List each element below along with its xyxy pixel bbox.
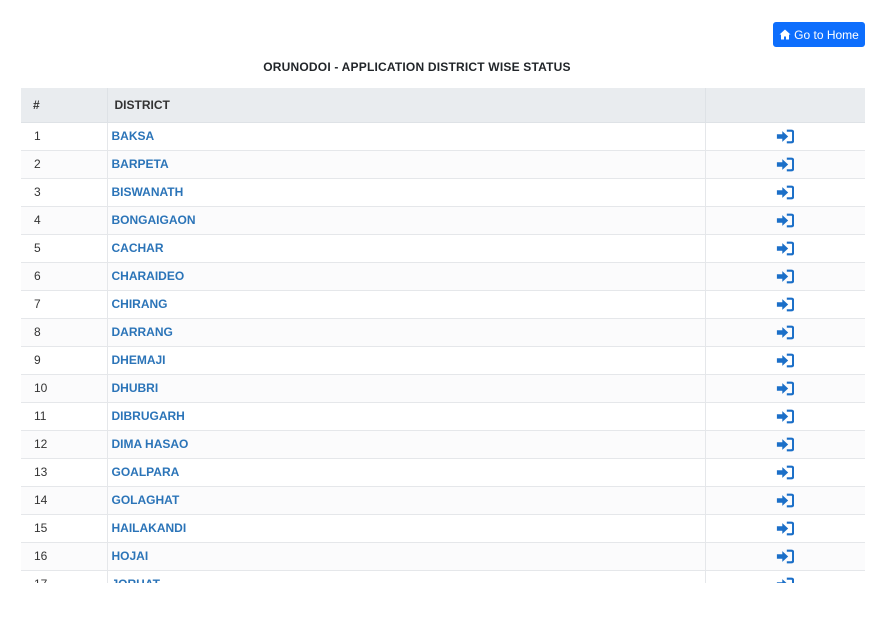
table-row: 10 DHUBRI <box>21 374 865 403</box>
row-number: 9 <box>21 346 107 375</box>
sign-in-arrow-icon[interactable] <box>776 409 795 424</box>
table-row: 1 BAKSA <box>21 122 865 151</box>
sign-in-arrow-icon[interactable] <box>776 325 795 340</box>
row-number: 2 <box>21 150 107 179</box>
district-link[interactable]: HOJAI <box>112 549 149 563</box>
district-table-container[interactable]: # DISTRICT 1 BAKSA 2 BARPETA 3 BISWANATH… <box>21 88 865 583</box>
row-number: 5 <box>21 234 107 263</box>
district-link[interactable]: BAKSA <box>112 129 155 143</box>
row-number: 12 <box>21 430 107 459</box>
district-link[interactable]: BARPETA <box>112 157 169 171</box>
row-number: 10 <box>21 374 107 403</box>
home-icon <box>779 29 791 40</box>
table-row: 2 BARPETA <box>21 150 865 179</box>
table-row: 11 DIBRUGARH <box>21 402 865 431</box>
table-row: 4 BONGAIGAON <box>21 206 865 235</box>
district-link[interactable]: GOLAGHAT <box>112 493 180 507</box>
sign-in-arrow-icon[interactable] <box>776 381 795 396</box>
row-number: 4 <box>21 206 107 235</box>
row-number: 7 <box>21 290 107 319</box>
row-number: 6 <box>21 262 107 291</box>
district-link[interactable]: GOALPARA <box>112 465 180 479</box>
district-link[interactable]: DHEMAJI <box>112 353 166 367</box>
table-row: 13 GOALPARA <box>21 458 865 487</box>
sign-in-arrow-icon[interactable] <box>776 297 795 312</box>
district-link[interactable]: BISWANATH <box>112 185 184 199</box>
table-row: 7 CHIRANG <box>21 290 865 319</box>
sign-in-arrow-icon[interactable] <box>776 521 795 536</box>
district-link[interactable]: CACHAR <box>112 241 164 255</box>
sign-in-arrow-icon[interactable] <box>776 437 795 452</box>
column-header-action <box>704 88 865 123</box>
district-link[interactable]: BONGAIGAON <box>112 213 196 227</box>
sign-in-arrow-icon[interactable] <box>776 185 795 200</box>
table-row: 5 CACHAR <box>21 234 865 263</box>
row-number: 15 <box>21 514 107 543</box>
column-header-district: DISTRICT <box>106 88 705 123</box>
sign-in-arrow-icon[interactable] <box>776 465 795 480</box>
district-table-body: 1 BAKSA 2 BARPETA 3 BISWANATH 4 BONGAIGA… <box>21 122 865 583</box>
column-header-number: # <box>21 88 107 123</box>
table-row: 15 HAILAKANDI <box>21 514 865 543</box>
sign-in-arrow-icon[interactable] <box>776 241 795 256</box>
row-number: 13 <box>21 458 107 487</box>
table-row: 16 HOJAI <box>21 542 865 571</box>
district-status-table: # DISTRICT 1 BAKSA 2 BARPETA 3 BISWANATH… <box>21 88 865 583</box>
sign-in-arrow-icon[interactable] <box>776 129 795 144</box>
go-to-home-button[interactable]: Go to Home <box>773 22 865 47</box>
sign-in-arrow-icon[interactable] <box>776 549 795 564</box>
district-link[interactable]: DHUBRI <box>112 381 159 395</box>
sign-in-arrow-icon[interactable] <box>776 577 795 583</box>
table-row: 6 CHARAIDEO <box>21 262 865 291</box>
go-to-home-label: Go to Home <box>794 27 859 42</box>
table-row: 8 DARRANG <box>21 318 865 347</box>
sign-in-arrow-icon[interactable] <box>776 213 795 228</box>
row-number: 17 <box>21 570 107 583</box>
row-number: 8 <box>21 318 107 347</box>
table-header-row: # DISTRICT <box>21 88 865 123</box>
table-row: 14 GOLAGHAT <box>21 486 865 515</box>
table-row: 12 DIMA HASAO <box>21 430 865 459</box>
district-link[interactable]: HAILAKANDI <box>112 521 187 535</box>
district-link[interactable]: DIBRUGARH <box>112 409 185 423</box>
page-title-container: ORUNODOI - APPLICATION DISTRICT WISE STA… <box>0 60 834 74</box>
district-link[interactable]: DARRANG <box>112 325 173 339</box>
table-row: 3 BISWANATH <box>21 178 865 207</box>
sign-in-arrow-icon[interactable] <box>776 157 795 172</box>
sign-in-arrow-icon[interactable] <box>776 269 795 284</box>
row-number: 14 <box>21 486 107 515</box>
table-row: 17 JORHAT <box>21 570 865 583</box>
row-number: 16 <box>21 542 107 571</box>
row-number: 3 <box>21 178 107 207</box>
row-number: 1 <box>21 122 107 151</box>
sign-in-arrow-icon[interactable] <box>776 353 795 368</box>
sign-in-arrow-icon[interactable] <box>776 493 795 508</box>
table-row: 9 DHEMAJI <box>21 346 865 375</box>
page-title: ORUNODOI - APPLICATION DISTRICT WISE STA… <box>263 60 571 74</box>
row-number: 11 <box>21 402 107 431</box>
district-link[interactable]: DIMA HASAO <box>112 437 189 451</box>
district-link[interactable]: JORHAT <box>112 577 160 583</box>
district-link[interactable]: CHIRANG <box>112 297 168 311</box>
district-link[interactable]: CHARAIDEO <box>112 269 185 283</box>
